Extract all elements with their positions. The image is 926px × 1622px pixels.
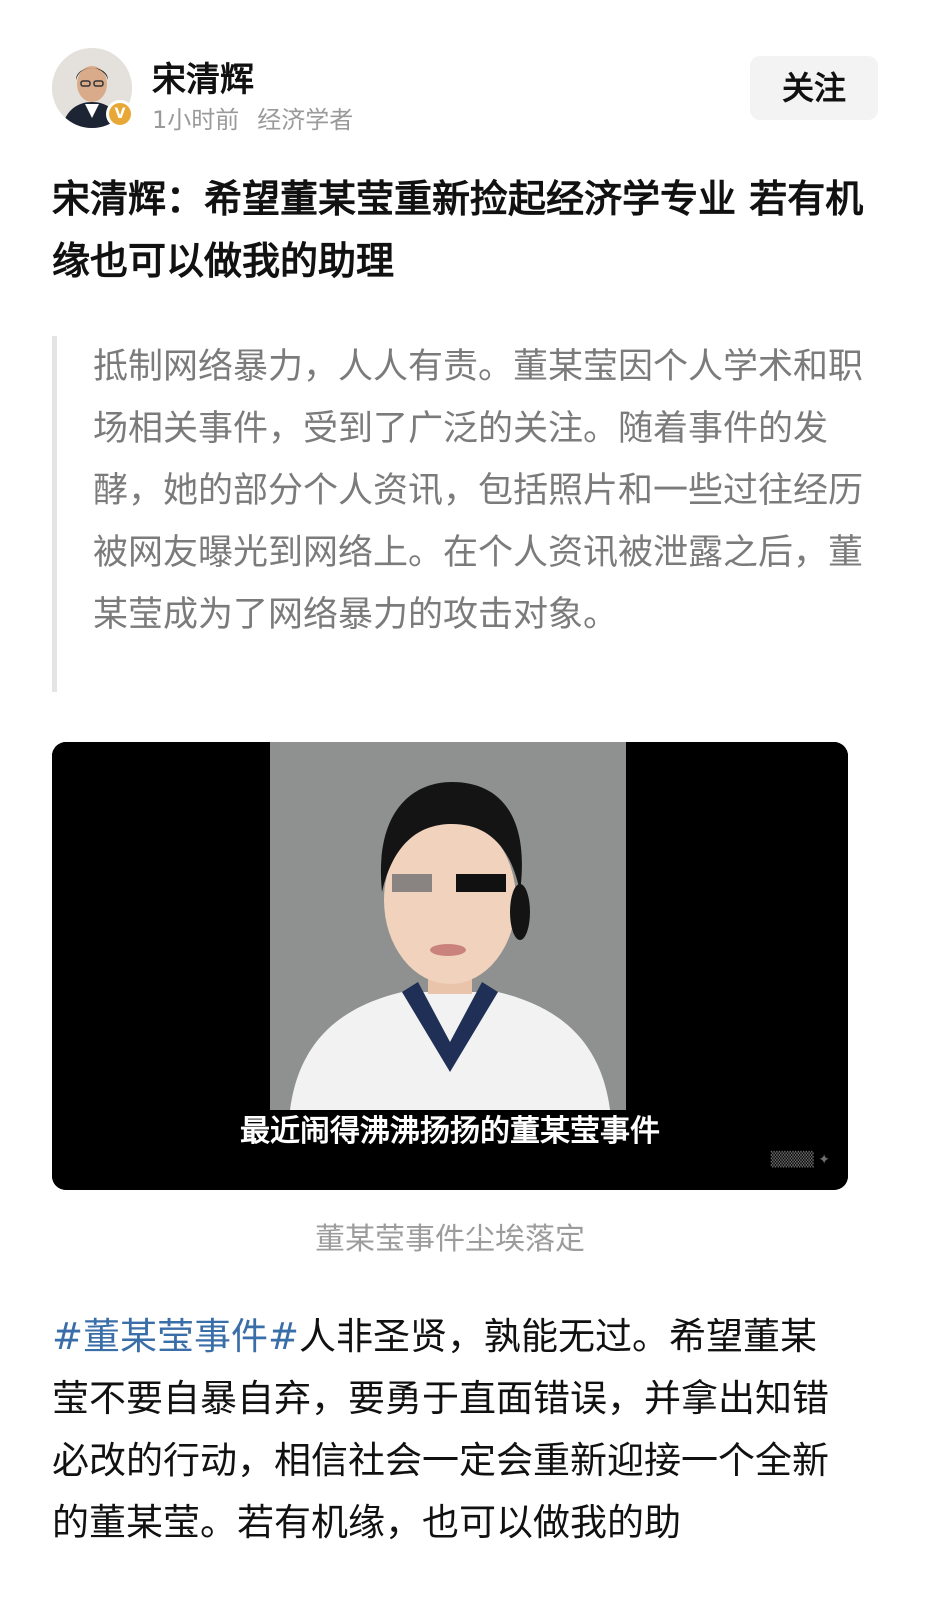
author-meta: 1小时前 经济学者: [152, 100, 353, 135]
article-body: #董某莹事件#人非圣贤，孰能无过。希望董某莹不要自暴自弃，要勇于直面错误，并拿出…: [52, 1306, 852, 1554]
hashtag-link[interactable]: #董某莹事件#: [52, 1315, 299, 1358]
article-page: V 宋清辉 1小时前 经济学者 关注 宋清辉：希望董某莹重新捡起经济学专业 若有机…: [0, 0, 926, 1622]
author-name[interactable]: 宋清辉: [152, 52, 254, 101]
image-subtitle: 最近闹得沸沸扬扬的董某莹事件: [240, 1114, 660, 1149]
author-header: V 宋清辉 1小时前 经济学者 关注: [52, 48, 878, 138]
author-role: 经济学者: [257, 106, 354, 134]
article-title: 宋清辉：希望董某莹重新捡起经济学专业 若有机缘也可以做我的助理: [52, 177, 864, 283]
verified-badge-icon: V: [106, 100, 134, 128]
post-time: 1小时前: [152, 106, 240, 134]
follow-button[interactable]: 关注: [750, 56, 878, 120]
article-image[interactable]: 最近闹得沸沸扬扬的董某莹事件 ▒▒▒▒ ✦: [52, 742, 848, 1190]
watermark-icon: ▒▒▒▒ ✦: [770, 1152, 830, 1168]
article-quote: 抵制网络暴力，人人有责。董某莹因个人学术和职场相关事件，受到了广泛的关注。随着事…: [52, 336, 872, 692]
image-caption: 董某莹事件尘埃落定: [315, 1222, 585, 1257]
